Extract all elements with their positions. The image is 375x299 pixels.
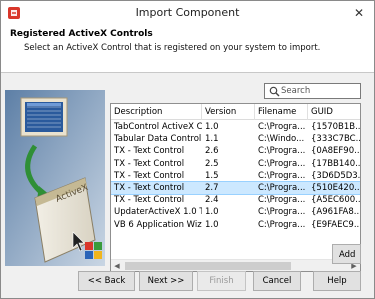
table-row[interactable]: TabControl ActiveX Co... 1.0 C:\Progra..…	[111, 121, 360, 133]
activex-controls-grid[interactable]: Description Version Filename GUID TabCon…	[110, 103, 361, 272]
title-bar: Import Component ✕	[1, 1, 374, 25]
page-title: Registered ActiveX Controls	[10, 29, 153, 39]
table-row[interactable]: TX - Text Control 2.6 C:\Progra... {0A8E…	[111, 145, 360, 157]
grid-rows: TabControl ActiveX Co... 1.0 C:\Progra..…	[111, 121, 360, 231]
table-row[interactable]: Tabular Data Control ... 1.1 C:\Windo...…	[111, 133, 360, 145]
table-row[interactable]: TX - Text Control 2.4 C:\Progra... {A5EC…	[111, 194, 360, 206]
scrollbar-thumb[interactable]	[125, 262, 291, 270]
table-row-selected[interactable]: TX - Text Control 2.7 C:\Progra... {510E…	[111, 180, 360, 196]
wizard-header: Registered ActiveX Controls Select an Ac…	[1, 25, 374, 73]
page-subtitle: Select an ActiveX Control that is regist…	[24, 43, 321, 53]
column-header-description[interactable]: Description	[111, 104, 202, 120]
table-row[interactable]: TX - Text Control 1.5 C:\Progra... {3D6D…	[111, 170, 360, 182]
next-button[interactable]: Next >>	[139, 271, 193, 291]
table-row[interactable]: TX - Text Control 2.5 C:\Progra... {17BB…	[111, 158, 360, 170]
add-button[interactable]: Add	[332, 244, 361, 264]
import-component-dialog: Import Component ✕ Registered ActiveX Co…	[0, 0, 375, 299]
back-button[interactable]: << Back	[78, 271, 135, 291]
wizard-body: ActiveX Description Version Filen	[1, 74, 374, 289]
column-header-version[interactable]: Version	[202, 104, 255, 120]
cancel-button[interactable]: Cancel	[253, 271, 301, 291]
horizontal-scrollbar[interactable]: ◀ ▶	[111, 259, 360, 271]
close-button[interactable]: ✕	[350, 4, 368, 22]
window-title: Import Component	[135, 6, 240, 19]
search-icon	[269, 86, 280, 97]
grid-header: Description Version Filename GUID	[111, 104, 360, 120]
search-input[interactable]	[281, 84, 359, 98]
search-box[interactable]	[264, 83, 361, 99]
column-header-filename[interactable]: Filename	[255, 104, 308, 120]
table-row[interactable]: UpdaterActiveX 1.0 T... 1.0 C:\Progra...…	[111, 206, 360, 218]
table-row[interactable]: VB 6 Application Wizard 1.0 C:\Progra...…	[111, 219, 360, 231]
help-button[interactable]: Help	[313, 271, 361, 291]
activex-illustration: ActiveX	[5, 90, 105, 266]
finish-button[interactable]: Finish	[197, 271, 246, 291]
column-header-guid[interactable]: GUID	[308, 104, 360, 120]
